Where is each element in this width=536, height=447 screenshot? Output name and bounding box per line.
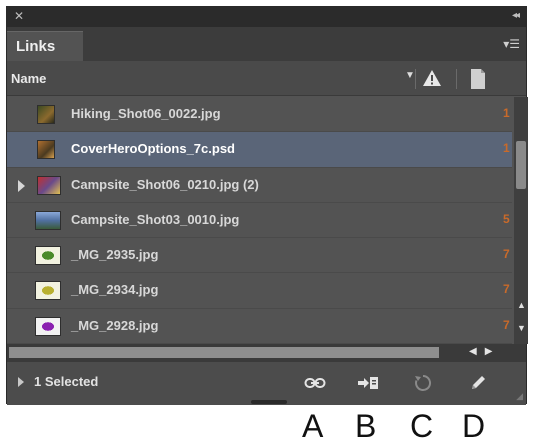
corner-resize-icon[interactable]: ◢ [516,391,523,402]
links-panel: ✕ ◂◂ Links ▾☰ Name ▼ Hiking_Shot06_0022.… [6,6,528,405]
horizontal-scroll-thumb[interactable] [9,347,439,358]
link-page-number[interactable]: 7 [503,247,510,261]
thumbnail-image [35,281,61,301]
link-page-number[interactable]: 1 [503,141,510,155]
horizontal-scrollbar[interactable]: ◀▶ [7,344,526,362]
header-divider [415,69,416,89]
thumbnail-image [37,105,55,124]
link-filename: CoverHeroOptions_7c.psd [71,141,235,157]
link-filename: _MG_2934.jpg [71,282,159,298]
go-to-link-icon[interactable] [354,370,382,396]
link-page-number[interactable]: 5 [503,212,510,226]
vertical-scroll-thumb[interactable] [516,141,526,189]
scroll-up-icon[interactable]: ▲ [517,300,526,310]
scroll-down-icon[interactable]: ▼ [517,323,526,333]
relink-chain-icon[interactable] [301,370,329,396]
link-row[interactable]: Campsite_Shot06_0210.jpg (2) [7,168,512,203]
link-page-number[interactable]: 7 [503,282,510,296]
link-page-number[interactable]: 1 [503,106,510,120]
panel-titlebar: ✕ ◂◂ [7,7,526,27]
link-row[interactable]: Hiking_Shot06_0022.jpg 1 [7,97,512,133]
panel-footer: 1 Selected ◢ [7,362,526,405]
link-page-number[interactable]: 7 [503,318,510,332]
callout-label: B [355,408,377,444]
scroll-left-right-icon[interactable]: ◀▶ [469,346,500,357]
column-header: Name ▼ [7,61,526,96]
panel-menu-icon[interactable]: ▾☰ [503,37,520,51]
thumbnail-image [37,175,61,195]
selection-status: 1 Selected [34,374,99,389]
thumbnail-image [35,246,61,266]
callout-labels: ABCD [0,408,536,447]
callout-label: D [462,408,486,444]
thumbnail-image [37,140,55,160]
links-list: Hiking_Shot06_0022.jpg 1 CoverHeroOptions_… [7,97,512,344]
panel-resize-grip[interactable] [251,400,287,404]
link-info-toggle-icon[interactable] [18,377,24,387]
close-icon[interactable]: ✕ [14,9,24,23]
collapse-icon[interactable]: ◂◂ [512,10,520,21]
sort-dropdown-icon[interactable]: ▼ [405,70,415,81]
link-row[interactable]: _MG_2935.jpg 7 [7,238,512,274]
header-divider [456,69,457,89]
callout-label: C [410,408,434,444]
link-row[interactable]: CoverHeroOptions_7c.psd 1 [7,132,512,168]
thumbnail-image [35,210,61,230]
tab-links-label: Links [16,38,56,55]
link-row[interactable]: _MG_2928.jpg 7 [7,309,512,344]
edit-original-pencil-icon[interactable] [464,370,492,396]
tab-links[interactable]: Links [7,31,83,61]
link-filename: Campsite_Shot03_0010.jpg [71,211,240,227]
page-column-icon[interactable] [469,68,489,90]
link-filename: Campsite_Shot06_0210.jpg (2) [71,176,259,192]
link-filename: _MG_2935.jpg [71,247,159,263]
link-row[interactable]: _MG_2934.jpg 7 [7,273,512,309]
name-column-header[interactable]: Name [11,71,46,86]
expand-arrow-icon[interactable] [18,179,25,192]
link-filename: _MG_2928.jpg [71,317,159,333]
link-row[interactable]: Campsite_Shot03_0010.jpg 5 [7,203,512,239]
link-filename: Hiking_Shot06_0022.jpg [71,106,221,121]
tab-row: Links ▾☰ [7,27,526,61]
status-warning-icon[interactable] [418,65,446,91]
vertical-scrollbar[interactable]: ▲ ▼ [514,97,528,344]
update-link-icon[interactable] [409,370,437,396]
thumbnail-image [35,316,61,336]
callout-label: A [302,408,324,444]
